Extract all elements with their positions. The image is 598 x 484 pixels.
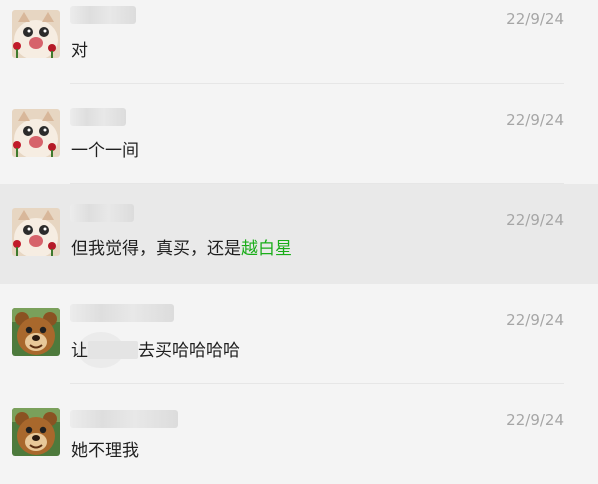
timestamp: 22/9/24 [506,411,564,429]
cat-avatar [12,208,60,256]
conversation-item[interactable]: 22/9/24 对 [0,0,598,84]
timestamp: 22/9/24 [506,311,564,329]
bear-avatar [12,308,60,356]
conversation-item[interactable]: 22/9/24 让 去买哈哈哈哈 [0,284,598,384]
timestamp: 22/9/24 [506,111,564,129]
message-preview: 一个一间 [71,141,139,161]
message-preview: 但我觉得，真买，还是越白星 [71,234,292,259]
message-preview: 对 [71,41,88,61]
cat-avatar [12,10,60,58]
message-preview: 她不理我 [71,441,139,461]
contact-name-redacted [70,108,126,126]
cat-avatar [12,109,60,157]
conversation-item-selected[interactable]: 22/9/24 但我觉得，真买，还是越白星 [0,184,598,284]
timestamp: 22/9/24 [506,211,564,229]
contact-name-redacted [70,304,174,322]
contact-name-redacted [70,410,178,428]
contact-name-redacted [70,6,136,24]
message-text: 让 [71,341,88,361]
message-text: 但我觉得，真买，还是 [71,239,241,259]
bear-avatar [12,408,60,456]
conversation-list: 22/9/24 对 22/9/24 一个一间 22/9/24 但我觉得，真买，还… [0,0,598,472]
conversation-item[interactable]: 22/9/24 一个一间 [0,84,598,184]
timestamp: 22/9/24 [506,10,564,28]
message-text: 去买哈哈哈哈 [138,341,240,361]
conversation-item[interactable]: 22/9/24 她不理我 [0,384,598,484]
contact-name-redacted [70,204,134,222]
message-link[interactable]: 越白星 [241,239,292,259]
redacted-name [88,341,138,359]
message-preview: 让 去买哈哈哈哈 [71,336,240,361]
